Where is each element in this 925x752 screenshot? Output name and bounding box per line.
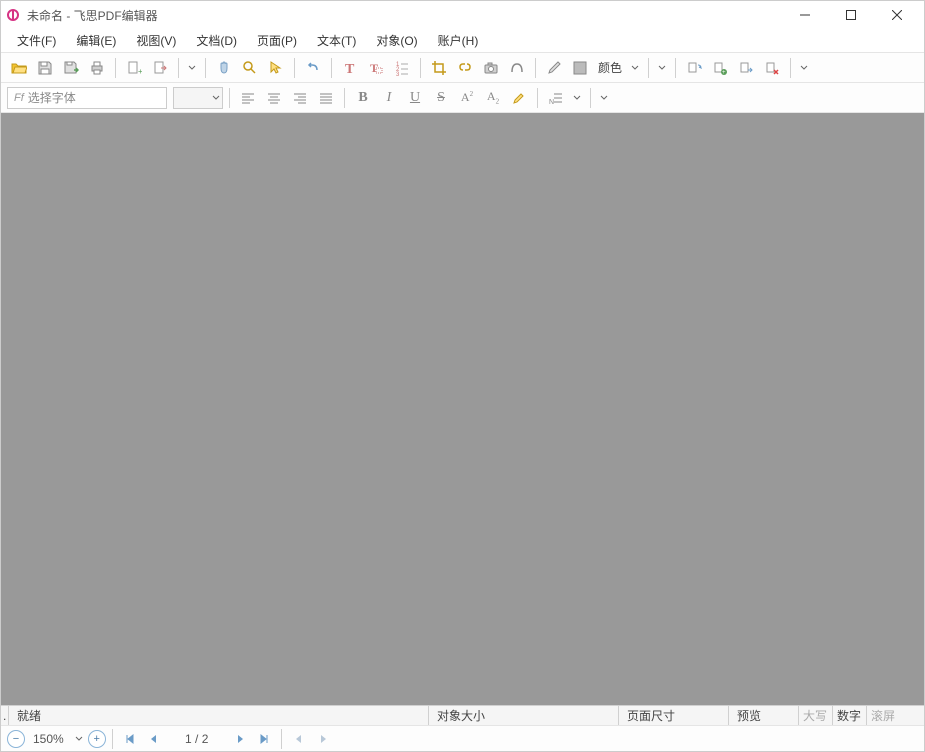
text-box-button[interactable]: T	[364, 56, 388, 80]
toolbar-overflow-2[interactable]	[655, 56, 669, 80]
svg-text:N: N	[549, 99, 554, 105]
svg-text:+: +	[138, 67, 142, 76]
menu-edit[interactable]: 编辑(E)	[66, 29, 126, 52]
menu-text[interactable]: 文本(T)	[307, 29, 366, 52]
bottombar: − 150% +	[1, 725, 924, 751]
crop-button[interactable]	[427, 56, 451, 80]
close-button[interactable]	[874, 1, 920, 29]
print-button[interactable]	[85, 56, 109, 80]
page-rotate-button[interactable]	[682, 56, 706, 80]
svg-text:3: 3	[396, 72, 400, 76]
nav-forward-button[interactable]	[312, 728, 334, 750]
menu-object[interactable]: 对象(O)	[366, 29, 427, 52]
line-spacing-button[interactable]: N	[544, 86, 568, 110]
eyedropper-button[interactable]	[542, 56, 566, 80]
titlebar: 未命名 - 飞思PDF编辑器	[1, 1, 924, 29]
hand-tool-button[interactable]	[212, 56, 236, 80]
page-add-button[interactable]: +	[122, 56, 146, 80]
zoom-tool-button[interactable]	[238, 56, 262, 80]
align-justify-button[interactable]	[314, 86, 338, 110]
line-spacing-dropdown[interactable]	[570, 86, 584, 110]
menu-page[interactable]: 页面(P)	[247, 29, 307, 52]
menubar: 文件(F) 编辑(E) 视图(V) 文档(D) 页面(P) 文本(T) 对象(O…	[1, 29, 924, 53]
last-page-button[interactable]	[253, 728, 275, 750]
bold-button[interactable]: B	[351, 86, 375, 110]
strikethrough-button[interactable]: S	[429, 86, 453, 110]
save-button[interactable]	[33, 56, 57, 80]
font-placeholder: 选择字体	[28, 89, 76, 106]
menu-document[interactable]: 文档(D)	[186, 29, 247, 52]
camera-button[interactable]	[479, 56, 503, 80]
statusbar: . 就绪 对象大小 页面尺寸 预览 大写 数字 滚屏	[1, 705, 924, 725]
app-icon	[5, 7, 21, 23]
page-delete-button[interactable]	[760, 56, 784, 80]
status-ready: 就绪	[9, 706, 429, 725]
toolbar-overflow-1[interactable]	[185, 56, 199, 80]
align-center-button[interactable]	[262, 86, 286, 110]
toolbar-overflow-3[interactable]	[797, 56, 811, 80]
menu-view[interactable]: 视图(V)	[126, 29, 186, 52]
color-dropdown[interactable]	[628, 56, 642, 80]
status-num: 数字	[833, 706, 867, 725]
undo-button[interactable]	[301, 56, 325, 80]
font-selector[interactable]: Ff 选择字体	[7, 87, 167, 109]
font-size-selector[interactable]	[173, 87, 223, 109]
superscript-button[interactable]: A2	[455, 86, 479, 110]
main-toolbar: + T T 123 颜色 +	[1, 53, 924, 83]
underline-button[interactable]: U	[403, 86, 427, 110]
svg-text:+: +	[722, 70, 726, 76]
minimize-button[interactable]	[782, 1, 828, 29]
zoom-level: 150%	[27, 732, 70, 746]
status-object-size: 对象大小	[429, 706, 619, 725]
fill-color-button[interactable]	[568, 56, 592, 80]
prev-page-button[interactable]	[143, 728, 165, 750]
page-insert-button[interactable]: +	[708, 56, 732, 80]
page-input[interactable]	[167, 732, 227, 746]
zoom-out-button[interactable]: −	[7, 730, 25, 748]
zoom-dropdown[interactable]	[72, 727, 86, 751]
number-list-button[interactable]: 123	[390, 56, 414, 80]
page-extract-button[interactable]	[734, 56, 758, 80]
status-preview: 预览	[729, 706, 799, 725]
status-handle: .	[1, 706, 9, 725]
document-canvas[interactable]	[1, 113, 924, 705]
format-toolbar: Ff 选择字体 B I U S A2 A2 N	[1, 83, 924, 113]
link-button[interactable]	[453, 56, 477, 80]
status-caps: 大写	[799, 706, 833, 725]
maximize-button[interactable]	[828, 1, 874, 29]
page-export-button[interactable]	[148, 56, 172, 80]
color-label: 颜色	[594, 59, 626, 76]
align-right-button[interactable]	[288, 86, 312, 110]
text-tool-button[interactable]: T	[338, 56, 362, 80]
format-overflow[interactable]	[597, 86, 611, 110]
save-as-button[interactable]	[59, 56, 83, 80]
font-prefix-icon: Ff	[14, 92, 24, 104]
status-scroll: 滚屏	[867, 706, 924, 725]
first-page-button[interactable]	[119, 728, 141, 750]
select-tool-button[interactable]	[264, 56, 288, 80]
shape-button[interactable]	[505, 56, 529, 80]
window-title: 未命名 - 飞思PDF编辑器	[27, 7, 782, 24]
highlight-button[interactable]	[507, 86, 531, 110]
menu-account[interactable]: 账户(H)	[428, 29, 489, 52]
nav-back-button[interactable]	[288, 728, 310, 750]
align-left-button[interactable]	[236, 86, 260, 110]
next-page-button[interactable]	[229, 728, 251, 750]
open-button[interactable]	[7, 56, 31, 80]
zoom-in-button[interactable]: +	[88, 730, 106, 748]
subscript-button[interactable]: A2	[481, 86, 505, 110]
status-page-size: 页面尺寸	[619, 706, 729, 725]
svg-text:T: T	[345, 62, 355, 76]
italic-button[interactable]: I	[377, 86, 401, 110]
menu-file[interactable]: 文件(F)	[7, 29, 66, 52]
